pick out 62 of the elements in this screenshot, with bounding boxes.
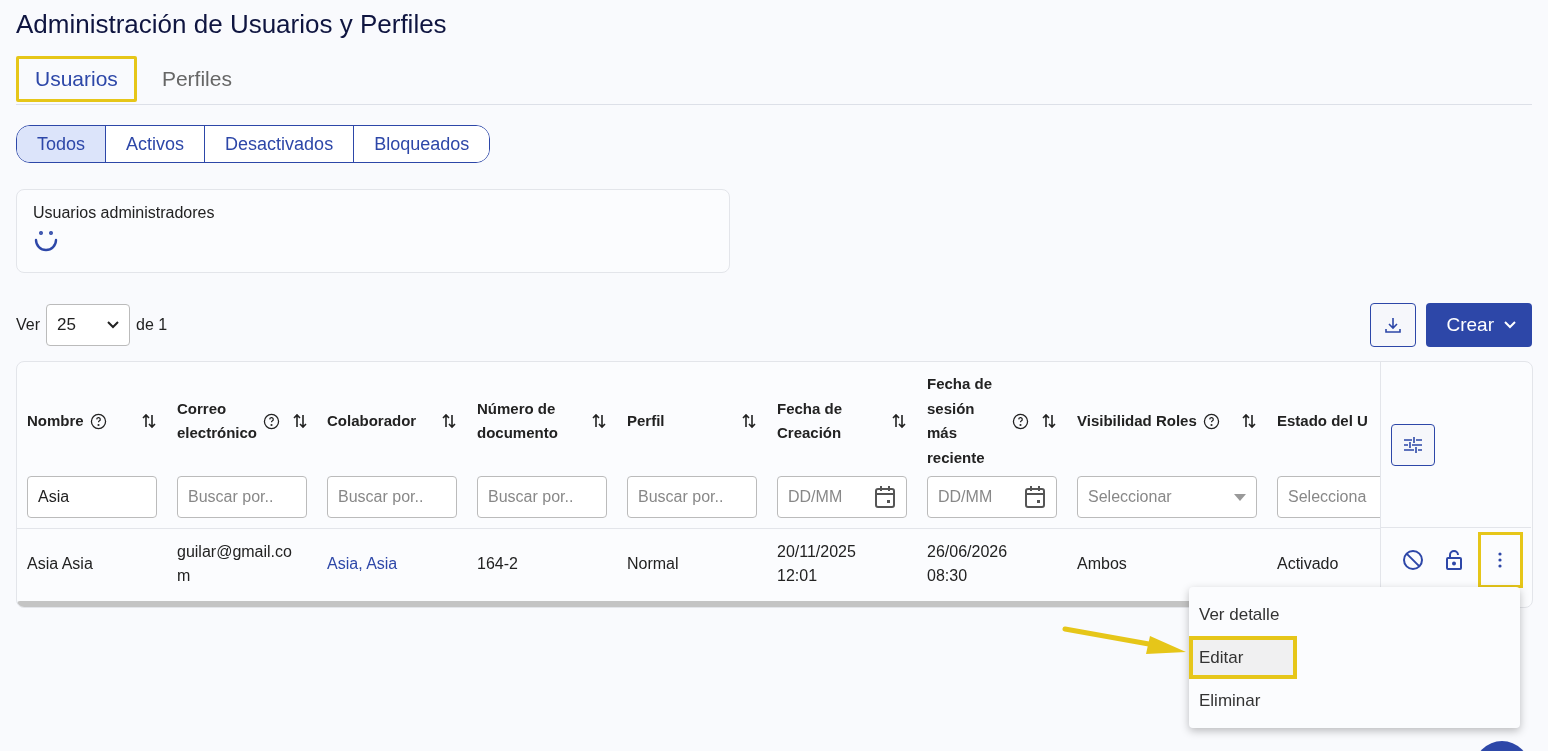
sort-icon[interactable] <box>891 412 907 430</box>
filter-input[interactable]: Buscar por.. <box>627 476 757 518</box>
menu-item[interactable]: Editar <box>1189 636 1297 679</box>
column-header: Fecha de Creación <box>777 398 844 443</box>
date-input[interactable]: DD/MM <box>927 476 1057 518</box>
column-header: Número de documento <box>477 398 559 443</box>
date-input[interactable]: DD/MM <box>777 476 907 518</box>
page-size-label: Ver <box>16 316 40 334</box>
filter-input[interactable]: Buscar por.. <box>327 476 457 518</box>
sort-icon[interactable] <box>591 412 607 430</box>
calendar-icon <box>874 485 896 509</box>
table-cell-text: Ambos <box>1077 554 1127 574</box>
select-input[interactable]: Selecciona <box>1277 476 1380 518</box>
sliders-icon <box>1403 435 1423 454</box>
menu-item[interactable]: Eliminar <box>1189 679 1520 722</box>
filter-tab[interactable]: Bloqueados <box>353 126 490 162</box>
chevron-down-icon <box>107 321 119 329</box>
caret-down-icon <box>1234 493 1246 501</box>
table-cell-text: 164-2 <box>477 554 518 574</box>
calendar-icon <box>1024 485 1046 509</box>
table-cell-text: guilar@gmail.com <box>177 542 293 586</box>
collaborator-link[interactable]: Asia, Asia <box>327 552 398 576</box>
tab[interactable]: Usuarios <box>16 56 137 102</box>
filter-tab[interactable]: Desactivados <box>204 126 354 162</box>
column-header: Colaborador <box>327 410 417 431</box>
create-button[interactable]: Crear <box>1426 303 1532 347</box>
column-header: Nombre <box>27 410 84 431</box>
download-icon <box>1384 316 1403 334</box>
column-header: Visibilidad Roles <box>1077 410 1197 431</box>
sort-icon[interactable] <box>441 412 457 430</box>
download-button[interactable] <box>1370 303 1417 347</box>
sort-icon[interactable] <box>1041 412 1057 430</box>
filter-input[interactable]: Asia <box>27 476 157 518</box>
column-header: Correo electrónico <box>177 398 258 443</box>
page-count-label: de 1 <box>136 316 168 334</box>
tab[interactable]: Perfiles <box>142 56 251 102</box>
column-header: Estado del U <box>1277 410 1368 431</box>
page-size-select[interactable]: 25 <box>46 304 130 346</box>
column-settings-button[interactable] <box>1391 423 1435 466</box>
filter-tab[interactable]: Activos <box>105 126 205 162</box>
page-title: Administración de Usuarios y Perfiles <box>16 8 448 41</box>
select-input[interactable]: Seleccionar <box>1077 476 1257 518</box>
sort-icon[interactable] <box>141 412 157 430</box>
filter-input[interactable]: Buscar por.. <box>477 476 607 518</box>
table-cell-text: 20/11/2025 12:01 <box>777 542 857 586</box>
column-header: Fecha de sesión más reciente <box>927 374 994 468</box>
padlock-icon <box>1445 549 1464 571</box>
table-cell-text: Normal <box>627 554 679 574</box>
table-cell-text: Asia Asia <box>27 554 93 574</box>
sort-icon[interactable] <box>1241 412 1257 430</box>
sort-icon[interactable] <box>292 412 309 430</box>
filter-input[interactable]: Buscar por.. <box>177 476 307 518</box>
table-cell-text: Activado <box>1277 554 1339 574</box>
filter-tab[interactable]: Todos <box>17 126 106 162</box>
ban-icon <box>1401 549 1424 571</box>
card-title: Usuarios administradores <box>33 204 216 222</box>
column-header: Perfil <box>627 410 665 431</box>
chevron-down-icon <box>1504 321 1516 329</box>
menu-item[interactable]: Ver detalle <box>1189 593 1520 636</box>
table-cell-text: 26/06/2026 08:30 <box>927 542 1009 586</box>
kebab-icon <box>1498 552 1503 568</box>
sort-icon[interactable] <box>741 412 757 430</box>
